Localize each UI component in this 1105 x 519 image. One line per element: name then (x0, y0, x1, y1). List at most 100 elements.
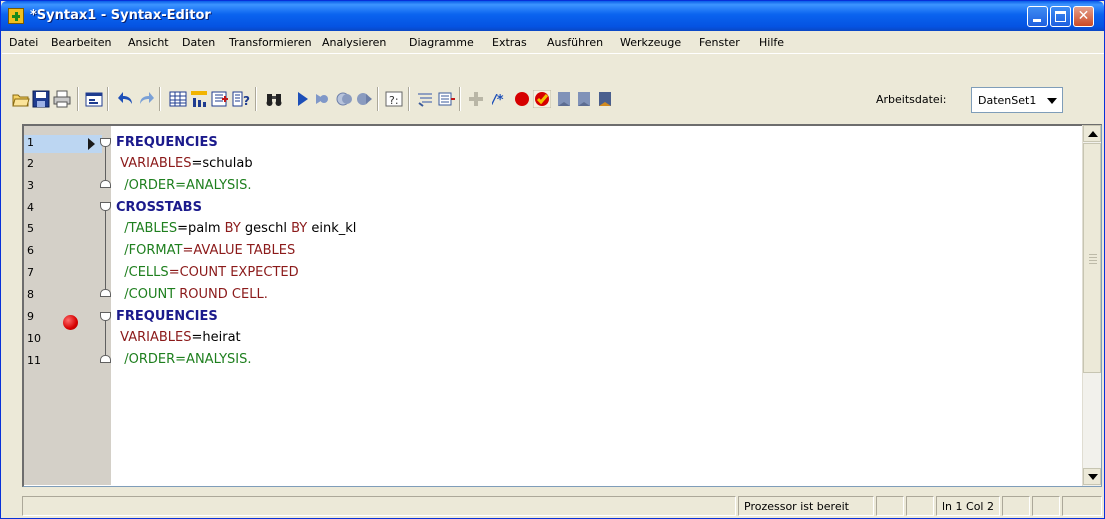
line-number: 6 (27, 244, 34, 257)
status-cell (876, 496, 904, 516)
status-cell (906, 496, 934, 516)
toolbar-separator (107, 87, 109, 111)
line-number: 9 (27, 310, 34, 323)
vertical-scrollbar[interactable] (1082, 125, 1101, 486)
code-text: geschl (240, 221, 292, 236)
comment-toggle-icon[interactable]: /* (492, 90, 510, 108)
toolbar-separator (377, 87, 379, 111)
code-line-5: /TABLES=palm BY geschl BY eink_kl (116, 221, 356, 236)
close-button[interactable]: ✕ (1073, 6, 1094, 27)
print-icon[interactable] (53, 90, 71, 108)
window-title: *Syntax1 - Syntax-Editor (30, 8, 211, 23)
scroll-down-button[interactable] (1083, 468, 1101, 485)
clear-breakpoints-icon[interactable] (533, 90, 551, 108)
step-icon[interactable] (312, 90, 330, 108)
code-line-11: /ORDER=ANALYSIS. (116, 352, 251, 367)
code-line-3: /ORDER=ANALYSIS. (116, 178, 252, 193)
step-forward-icon[interactable] (355, 90, 373, 108)
arrow-down-icon (1088, 474, 1098, 480)
menu-diagramme[interactable]: Diagramme (409, 36, 474, 49)
pane-splitter[interactable] (22, 488, 1102, 493)
find-icon[interactable] (265, 90, 283, 108)
dataset-value: DatenSet1 (978, 94, 1037, 107)
menu-bar: Datei Bearbeiten Ansicht Daten Transform… (2, 33, 1104, 54)
insert-cases-icon[interactable] (211, 90, 229, 108)
breakpoint-icon[interactable] (63, 315, 78, 330)
toolbar-separator (255, 87, 257, 111)
menu-bearbeiten[interactable]: Bearbeiten (51, 36, 111, 49)
syntax-editor-window: *Syntax1 - Syntax-Editor ✕ Datei Bearbei… (0, 0, 1105, 519)
keyword: CROSSTABS (116, 200, 202, 215)
menu-transformieren[interactable]: Transformieren (229, 36, 312, 49)
minimize-button[interactable] (1027, 6, 1048, 27)
code-text: =AVALUE TABLES (182, 243, 296, 258)
status-bar: Prozessor ist bereit ln 1 Col 2 (22, 496, 1102, 516)
maximize-icon (1055, 11, 1066, 22)
menu-analysieren[interactable]: Analysieren (322, 36, 386, 49)
menu-daten[interactable]: Daten (182, 36, 215, 49)
fold-end-icon (100, 180, 111, 188)
code-line-8: /COUNT ROUND CELL. (116, 287, 268, 302)
fold-line (105, 147, 106, 180)
minimize-icon (1033, 19, 1041, 22)
variables-icon[interactable] (190, 90, 208, 108)
code-text: =schulab (191, 156, 253, 171)
subcommand: /TABLES (124, 221, 178, 236)
open-folder-icon[interactable] (12, 90, 30, 108)
status-cell (1032, 496, 1060, 516)
subcommand: /ORDER=ANALYSIS. (124, 178, 252, 193)
syntax-help-icon[interactable]: ?: (385, 90, 403, 108)
dataset-select[interactable]: DatenSet1 (971, 87, 1063, 113)
code-text: ROUND CELL. (175, 287, 268, 302)
operator: BY (224, 221, 241, 236)
menu-datei[interactable]: Datei (9, 36, 38, 49)
fold-start-icon[interactable] (100, 202, 111, 211)
add-icon[interactable] (467, 90, 485, 108)
menu-hilfe[interactable]: Hilfe (759, 36, 784, 49)
help-topics-icon[interactable]: ? (232, 90, 250, 108)
bookmark-prev-icon[interactable] (596, 90, 614, 108)
bookmark-next-icon[interactable] (575, 90, 593, 108)
fold-start-icon[interactable] (100, 312, 111, 321)
toolbar-separator (459, 87, 461, 111)
menu-fenster[interactable]: Fenster (699, 36, 740, 49)
redo-icon[interactable] (137, 90, 155, 108)
run-selection-icon[interactable] (293, 90, 311, 108)
menu-werkzeuge[interactable]: Werkzeuge (620, 36, 681, 49)
svg-text:?: ? (243, 94, 250, 108)
status-cell (1002, 496, 1030, 516)
code-line-10: VARIABLES=heirat (116, 330, 241, 345)
recall-dialog-icon[interactable] (85, 90, 103, 108)
syntax-editor[interactable]: 1 2 3 4 5 6 7 8 9 10 11 FREQUENCIES VARI… (22, 124, 1102, 487)
code-line-2: VARIABLES=schulab (116, 156, 253, 171)
menu-ausfuehren[interactable]: Ausführen (547, 36, 603, 49)
menu-ansicht[interactable]: Ansicht (128, 36, 169, 49)
menu-extras[interactable]: Extras (492, 36, 527, 49)
cursor-position: ln 1 Col 2 (942, 500, 994, 513)
line-number: 7 (27, 266, 34, 279)
fold-end-icon (100, 289, 111, 297)
svg-text:/*: /* (492, 93, 504, 108)
status-cell (1062, 496, 1102, 516)
scroll-up-button[interactable] (1083, 125, 1101, 142)
line-number-gutter[interactable]: 1 2 3 4 5 6 7 8 9 10 11 (24, 126, 111, 485)
status-cell (22, 496, 736, 516)
breakpoint-toggle-icon[interactable] (513, 90, 531, 108)
operator: BY (291, 221, 308, 236)
subcommand: VARIABLES (120, 156, 192, 171)
subcommand: /CELLS (124, 265, 169, 280)
dataset-label: Arbeitsdatei: (876, 93, 947, 106)
undo-icon[interactable] (117, 90, 135, 108)
step-through-icon[interactable] (336, 90, 354, 108)
keyword: FREQUENCIES (116, 309, 218, 324)
keyword: FREQUENCIES (116, 135, 218, 150)
title-bar[interactable]: *Syntax1 - Syntax-Editor ✕ (1, 1, 1104, 31)
bookmark-icon[interactable] (555, 90, 573, 108)
goto-case-icon[interactable] (169, 90, 187, 108)
uncomment-icon[interactable] (438, 90, 456, 108)
save-icon[interactable] (32, 90, 50, 108)
comment-icon[interactable] (417, 90, 435, 108)
maximize-button[interactable] (1050, 6, 1071, 27)
fold-start-icon[interactable] (100, 138, 111, 147)
scroll-thumb[interactable] (1083, 143, 1101, 373)
